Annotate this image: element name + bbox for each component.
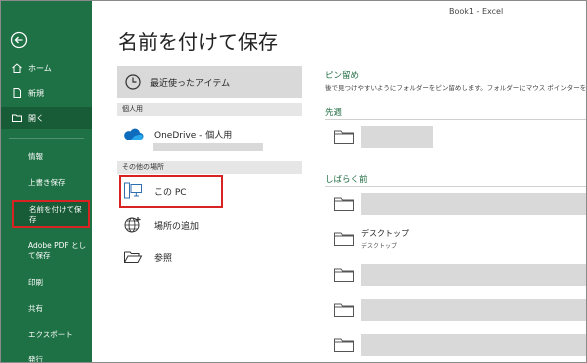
nav-export[interactable]: エクスポート	[28, 330, 73, 340]
location-add-place-label: 場所の追加	[154, 221, 200, 232]
nav-print[interactable]: 印刷	[28, 278, 43, 288]
pinned-header: ピン留め	[325, 71, 360, 81]
nav-info[interactable]: 情報	[28, 152, 43, 162]
location-add-place[interactable]: 場所の追加	[117, 213, 302, 237]
nav-publish[interactable]: 発行	[28, 355, 43, 362]
open-folder-icon	[12, 114, 22, 122]
nav-share[interactable]: 共有	[28, 304, 43, 314]
folder-name-redacted	[361, 299, 586, 321]
nav-new-label: 新規	[28, 88, 44, 98]
folder-desktop-path: デスクトップ	[361, 243, 398, 250]
browse-folder-icon	[122, 246, 144, 268]
nav-adobe-pdf[interactable]: Adobe PDF とし て保存	[28, 241, 86, 261]
nav-divider	[9, 138, 84, 139]
folder-row[interactable]	[325, 123, 586, 151]
home-icon	[12, 63, 22, 73]
nav-new[interactable]: 新規	[1, 82, 92, 104]
folder-row[interactable]	[325, 261, 586, 289]
divider	[325, 119, 586, 120]
nav-save-as[interactable]: 名前を付けて保 存	[12, 200, 90, 228]
divider	[325, 186, 586, 187]
clock-icon	[125, 74, 141, 90]
folder-icon	[334, 197, 354, 211]
location-browse-label: 参照	[154, 253, 173, 264]
folder-row[interactable]	[325, 331, 586, 359]
location-onedrive[interactable]: OneDrive - 個人用	[117, 123, 302, 145]
nav-open[interactable]: 開く	[1, 107, 92, 129]
nav-home-label: ホーム	[28, 63, 52, 73]
location-browse[interactable]: 参照	[117, 245, 302, 269]
folder-row[interactable]	[325, 190, 586, 218]
excel-backstage: ホーム 新規 開く 情報 上書き保存 名前を付けて保 存 Adobe PDF と…	[0, 0, 587, 363]
location-recent-label: 最近使ったアイテム	[150, 78, 231, 89]
nav-open-label: 開く	[28, 113, 44, 123]
window-title: Book1 - Excel	[449, 7, 504, 16]
older-header: しばらく前	[325, 175, 368, 185]
nav-adobe-line2: て保存	[28, 251, 51, 260]
globe-plus-icon	[122, 214, 144, 236]
backstage-nav: ホーム 新規 開く 情報 上書き保存 名前を付けて保 存 Adobe PDF と…	[1, 1, 92, 362]
folder-desktop-text: デスクトップ デスクトップ	[361, 228, 409, 250]
folder-icon	[334, 130, 354, 144]
folder-desktop-name: デスクトップ	[361, 229, 409, 238]
new-document-icon	[13, 88, 21, 98]
nav-save-as-line2: 存	[29, 215, 37, 224]
section-other-places: その他の場所	[117, 161, 302, 174]
folder-icon	[334, 268, 354, 282]
onedrive-account-redacted	[153, 143, 263, 151]
back-arrow-icon[interactable]	[10, 31, 28, 49]
last-week-header: 先週	[325, 108, 343, 118]
nav-save[interactable]: 上書き保存	[28, 178, 66, 188]
section-personal: 個人用	[117, 103, 302, 116]
nav-save-as-line1: 名前を付けて保	[29, 205, 82, 214]
nav-home[interactable]: ホーム	[1, 57, 92, 79]
pinned-description: 後で見つけやすいようにフォルダーをピン留めします。フォルダーにマウス ポインター…	[325, 84, 587, 92]
folder-icon	[334, 232, 354, 246]
location-onedrive-label: OneDrive - 個人用	[154, 130, 233, 141]
folder-row-desktop[interactable]: デスクトップ デスクトップ	[325, 225, 586, 253]
folder-name-redacted	[361, 126, 433, 148]
folder-name-redacted	[361, 193, 586, 215]
folder-row[interactable]	[325, 296, 586, 324]
folder-icon	[334, 303, 354, 317]
location-recent[interactable]: 最近使ったアイテム	[117, 66, 302, 98]
nav-adobe-line1: Adobe PDF とし	[28, 241, 87, 250]
folder-icon	[334, 338, 354, 352]
folder-name-redacted	[361, 264, 586, 286]
page-title: 名前を付けて保存	[118, 30, 278, 54]
folder-name-redacted	[361, 334, 586, 356]
onedrive-cloud-icon	[122, 123, 144, 145]
this-pc-highlight	[119, 175, 223, 208]
